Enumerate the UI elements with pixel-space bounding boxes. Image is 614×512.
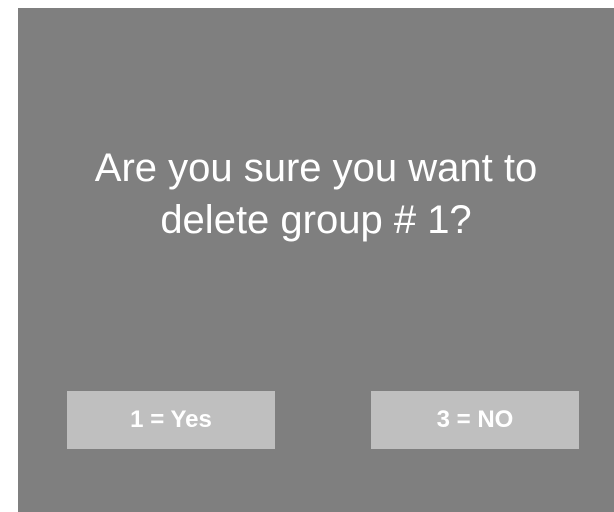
no-button-label: 3 = NO: [436, 406, 514, 433]
yes-button-label: 1 = Yes: [130, 406, 212, 433]
delete-confirmation-dialog: Are you sure you want to delete group # …: [18, 8, 614, 512]
screen: Are you sure you want to delete group # …: [0, 0, 614, 512]
confirmation-message: Are you sure you want to delete group # …: [18, 142, 614, 246]
yes-button[interactable]: 1 = Yes: [67, 391, 275, 449]
confirmation-message-line-1: Are you sure you want to: [94, 146, 538, 190]
no-button[interactable]: 3 = NO: [371, 391, 579, 449]
confirmation-message-line-2: delete group # 1?: [160, 198, 472, 242]
